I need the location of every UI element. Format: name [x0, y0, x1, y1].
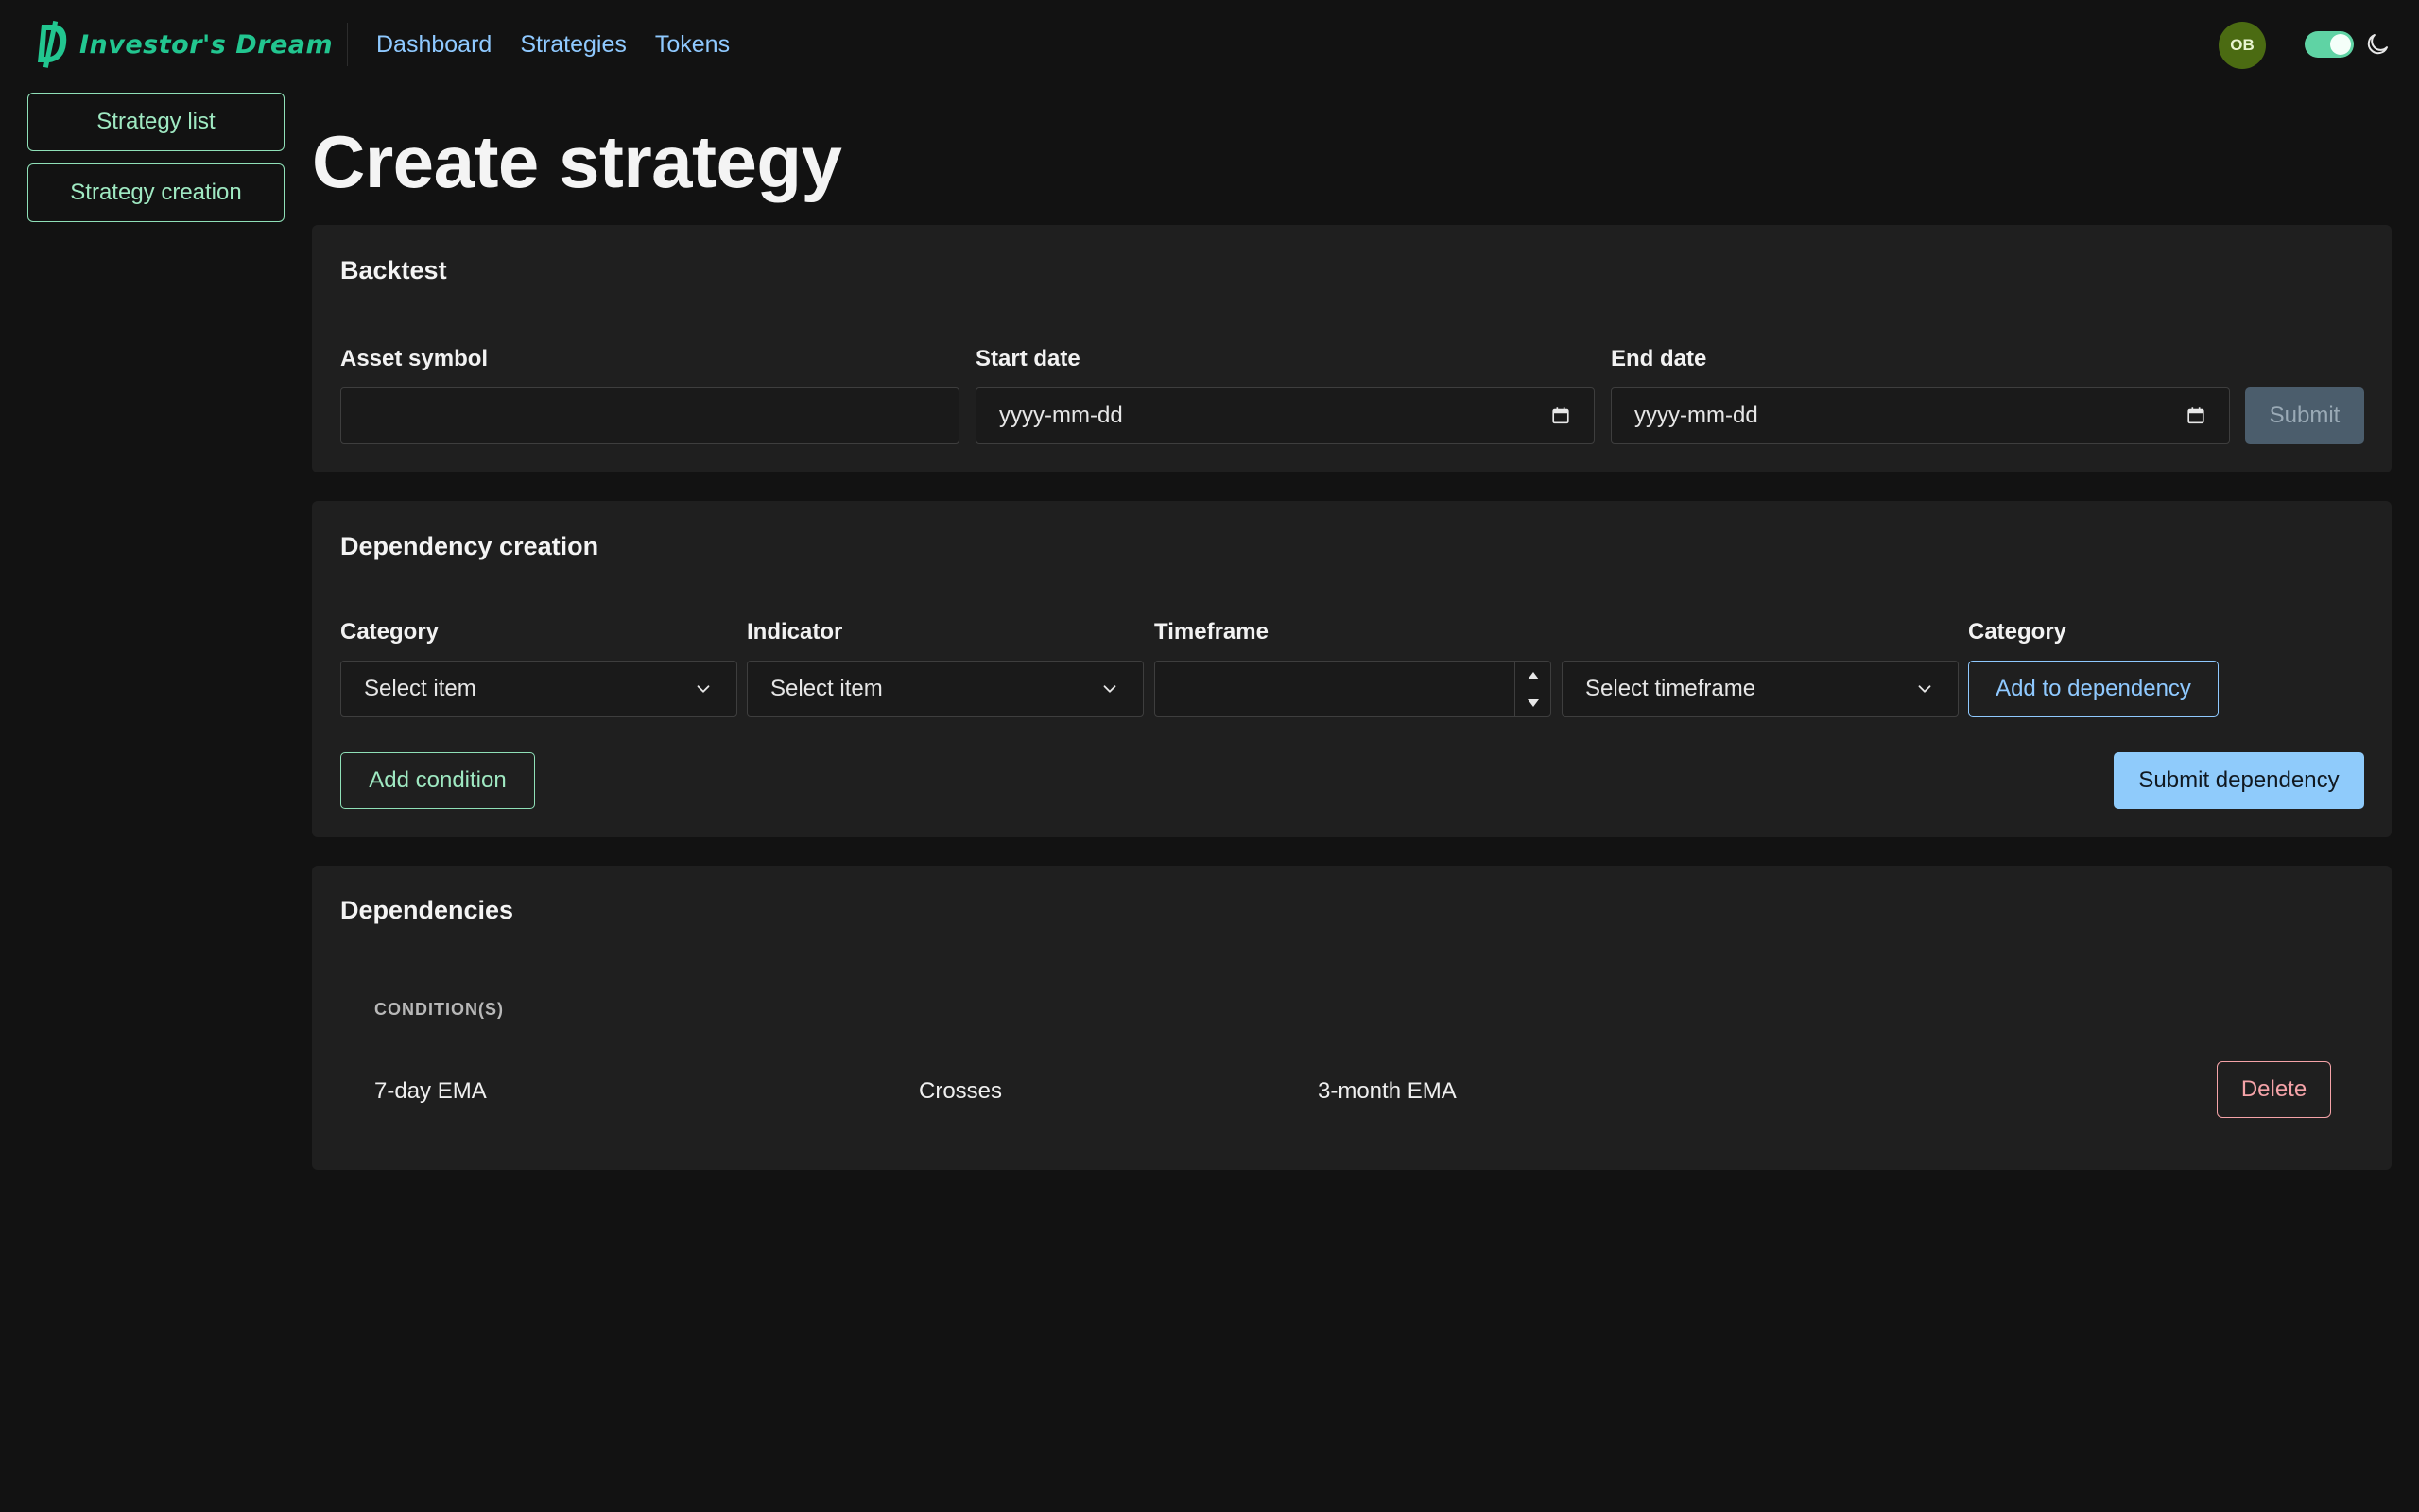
condition-operator: Crosses	[919, 1078, 1003, 1104]
dependency-creation-title: Dependency creation	[340, 532, 599, 560]
dependencies-title: Dependencies	[340, 896, 514, 924]
stepper-up-button[interactable]	[1515, 662, 1551, 689]
submit-dependency-button[interactable]: Submit dependency	[2114, 752, 2364, 809]
backtest-card: Backtest Asset symbol Start date yyyy-mm…	[312, 225, 2392, 472]
category-label: Category	[340, 619, 440, 644]
sidebar-item-strategy-creation[interactable]: Strategy creation	[27, 163, 285, 222]
nav-link-dashboard[interactable]: Dashboard	[376, 31, 492, 59]
conditions-column-header: CONDITION(S)	[374, 1000, 504, 1019]
timeframe-unit-value: Select timeframe	[1585, 676, 1756, 701]
stepper-down-button[interactable]	[1515, 689, 1551, 716]
nav-link-tokens[interactable]: Tokens	[655, 31, 730, 59]
add-to-dependency-button[interactable]: Add to dependency	[1968, 661, 2219, 717]
end-date-input[interactable]: yyyy-mm-dd	[1611, 387, 2230, 444]
sidebar-item-strategy-list[interactable]: Strategy list	[27, 93, 285, 151]
dependencies-card: Dependencies CONDITION(S) 7-day EMA Cros…	[312, 866, 2392, 1170]
brand[interactable]: Investor's Dream	[32, 19, 333, 70]
category2-label: Category	[1968, 619, 2067, 644]
toggle-knob	[2330, 34, 2351, 55]
indicator-select[interactable]: Select item	[747, 661, 1144, 717]
dependency-creation-card: Dependency creation Category Select item…	[312, 501, 2392, 837]
backtest-title: Backtest	[340, 256, 447, 284]
moon-icon	[2367, 34, 2388, 55]
number-stepper	[1514, 662, 1550, 716]
start-date-label: Start date	[976, 346, 1080, 371]
sidebar: Strategy list Strategy creation	[27, 93, 285, 234]
backtest-submit-button[interactable]: Submit	[2245, 387, 2364, 444]
category-select-value: Select item	[364, 676, 476, 701]
end-date-label: End date	[1611, 346, 1707, 371]
theme-toggle[interactable]	[2305, 31, 2354, 58]
caret-up-icon	[1528, 671, 1539, 679]
timeframe-unit-select[interactable]: Select timeframe	[1562, 661, 1959, 717]
asset-symbol-label: Asset symbol	[340, 346, 489, 371]
start-date-input[interactable]: yyyy-mm-dd	[976, 387, 1595, 444]
user-avatar[interactable]: OB	[2219, 22, 2266, 69]
start-date-placeholder: yyyy-mm-dd	[999, 403, 1123, 428]
top-navbar: Investor's Dream Dashboard Strategies To…	[0, 0, 2419, 91]
logo-icon	[38, 21, 67, 68]
calendar-icon[interactable]	[2186, 405, 2206, 426]
add-condition-button[interactable]: Add condition	[340, 752, 535, 809]
category-select[interactable]: Select item	[340, 661, 737, 717]
asset-symbol-input[interactable]	[340, 387, 959, 444]
page-title: Create strategy	[312, 120, 842, 203]
chevron-down-icon	[697, 685, 710, 693]
brand-name: Investor's Dream	[79, 29, 334, 60]
delete-button[interactable]: Delete	[2217, 1061, 2331, 1118]
indicator-select-value: Select item	[770, 676, 883, 701]
nav-link-strategies[interactable]: Strategies	[520, 31, 627, 59]
caret-down-icon	[1528, 698, 1539, 707]
main-nav: Dashboard Strategies Tokens	[376, 23, 730, 66]
indicator-label: Indicator	[747, 619, 843, 644]
condition-left-operand: 7-day EMA	[374, 1078, 487, 1104]
end-date-placeholder: yyyy-mm-dd	[1634, 403, 1758, 428]
nav-divider	[347, 23, 348, 66]
condition-right-operand: 3-month EMA	[1318, 1078, 1457, 1104]
calendar-icon[interactable]	[1550, 405, 1571, 426]
chevron-down-icon	[1918, 685, 1931, 693]
timeframe-label: Timeframe	[1154, 619, 1269, 644]
chevron-down-icon	[1103, 685, 1116, 693]
timeframe-number-input[interactable]	[1154, 661, 1551, 717]
